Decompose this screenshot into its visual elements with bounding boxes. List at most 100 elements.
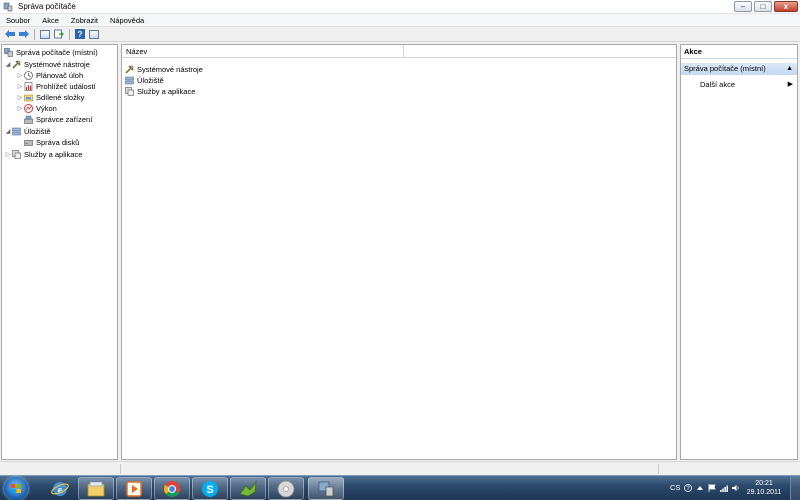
status-divider [120, 464, 121, 474]
show-hide-action-pane-button[interactable] [87, 28, 100, 40]
tree-item-label: Úložiště [24, 127, 51, 136]
menu-bar: Soubor Akce Zobrazit Nápověda [0, 14, 800, 27]
taskbar-internet-explorer[interactable]: e [42, 477, 78, 500]
collapse-caret-icon[interactable]: ▲ [786, 63, 793, 75]
tree-item-disk-management[interactable]: Správa disků [24, 137, 79, 148]
shared-folder-icon [24, 94, 33, 102]
taskbar-explorer[interactable] [78, 477, 114, 500]
tree-item-label: Správce zařízení [36, 115, 93, 124]
expanded-arrow-icon[interactable]: ◢ [4, 128, 12, 135]
export-icon [53, 29, 64, 39]
submenu-arrow-icon: ▶ [787, 81, 793, 88]
tree-item-label: Sdílené složky [36, 93, 85, 102]
menu-view[interactable]: Zobrazit [65, 16, 104, 25]
close-button[interactable]: x [774, 1, 798, 12]
taskbar: e S CS ? 20:21 29.10.2011 [0, 475, 800, 500]
show-hidden-icons-icon[interactable] [696, 484, 704, 492]
svg-text:S: S [206, 484, 213, 496]
actions-group-computer-management[interactable]: Správa počítače (místní) ▲ [681, 63, 797, 75]
maximize-icon: □ [760, 2, 766, 11]
tree-item-device-manager[interactable]: Správce zařízení [24, 114, 92, 125]
menu-action[interactable]: Akce [36, 16, 65, 25]
media-player-icon [126, 480, 142, 497]
help-button[interactable]: ? [73, 28, 86, 40]
show-hide-tree-button[interactable] [38, 28, 51, 40]
performance-icon [24, 104, 33, 113]
tree-item-root[interactable]: Správa počítače (místní) [4, 47, 98, 58]
tree-item-label: Plánovač úloh [36, 71, 84, 80]
collapsed-arrow-icon[interactable]: ▷ [16, 83, 24, 90]
network-signal-icon[interactable] [720, 484, 728, 492]
computer-management-icon [4, 48, 13, 57]
tree-item-label: Správa počítače (místní) [16, 48, 98, 57]
taskbar-media-player[interactable] [116, 477, 152, 500]
tree-item-storage[interactable]: ◢ Úložiště [4, 126, 51, 137]
actions-header: Akce [681, 45, 797, 59]
taskbar-computer-management[interactable] [308, 477, 344, 500]
tree-item-label: Systémové nástroje [24, 60, 90, 69]
volume-icon[interactable] [732, 484, 740, 492]
tree-item-shared-folders[interactable]: ▷ Sdílené složky [16, 92, 85, 103]
expanded-arrow-icon[interactable]: ◢ [4, 61, 12, 68]
tree-item-services-apps[interactable]: ▷ Služby a aplikace [4, 149, 83, 160]
minimize-button[interactable]: – [734, 1, 752, 12]
help-tray-icon[interactable]: ? [684, 484, 692, 492]
actions-pane: Akce Správa počítače (místní) ▲ Další ak… [680, 44, 798, 460]
tree-item-label: Služby a aplikace [24, 150, 83, 159]
help-icon: ? [74, 29, 85, 39]
event-log-icon [24, 82, 33, 91]
clock-date: 29.10.2011 [746, 489, 782, 496]
taskbar-skype[interactable]: S [192, 477, 228, 500]
tree-item-task-scheduler[interactable]: ▷ Plánovač úloh [16, 70, 83, 81]
action-center-flag-icon[interactable] [708, 484, 716, 492]
tree-item-label: Správa disků [36, 138, 80, 147]
skype-icon: S [202, 480, 218, 497]
window-title: Správa počítače [18, 2, 76, 11]
collapsed-arrow-icon[interactable]: ▷ [16, 72, 24, 79]
actions-group-label: Správa počítače (místní) [684, 64, 766, 73]
taskbar-app-green[interactable] [230, 477, 266, 500]
services-icon [125, 87, 134, 96]
tools-icon [12, 60, 21, 69]
action-label: Další akce [700, 80, 736, 89]
column-name-header[interactable]: Název [122, 45, 404, 57]
forward-button[interactable] [17, 28, 30, 40]
green-arrow-app-icon [239, 480, 257, 496]
show-desktop-button[interactable] [790, 476, 800, 500]
list-item-storage[interactable]: Úložiště [125, 75, 164, 86]
list-item-label: Systémové nástroje [137, 65, 203, 74]
storage-icon [12, 127, 21, 136]
collapsed-arrow-icon[interactable]: ▷ [4, 151, 12, 158]
close-icon: x [783, 2, 789, 11]
collapsed-arrow-icon[interactable]: ▷ [16, 94, 24, 101]
computer-management-icon [318, 481, 334, 496]
chrome-icon [164, 480, 180, 497]
toolbar: ? [0, 27, 800, 42]
console-tree: Správa počítače (místní) ◢ Systémové nás… [1, 44, 118, 460]
menu-help[interactable]: Nápověda [104, 16, 150, 25]
storage-icon [125, 76, 134, 85]
export-list-button[interactable] [52, 28, 65, 40]
collapsed-arrow-icon[interactable]: ▷ [16, 105, 24, 112]
clock[interactable]: 20:21 29.10.2011 [746, 479, 782, 497]
menu-file[interactable]: Soubor [0, 16, 36, 25]
disc-icon [277, 480, 295, 497]
action-more-actions[interactable]: Další akce ▶ [700, 79, 795, 91]
taskbar-disc-app[interactable] [268, 477, 304, 500]
folder-icon [87, 481, 105, 496]
taskbar-chrome[interactable] [154, 477, 190, 500]
back-button[interactable] [3, 28, 16, 40]
svg-text:?: ? [77, 30, 82, 39]
status-bar [0, 461, 800, 475]
tree-item-label: Výkon [36, 104, 57, 113]
device-manager-icon [24, 115, 33, 124]
language-indicator[interactable]: CS [670, 483, 680, 492]
tree-item-performance[interactable]: ▷ Výkon [16, 103, 57, 114]
list-item-system-tools[interactable]: Systémové nástroje [125, 64, 203, 75]
list-item-services-apps[interactable]: Služby a aplikace [125, 86, 195, 97]
maximize-button[interactable]: □ [754, 1, 772, 12]
start-button[interactable] [4, 477, 28, 500]
minimize-icon: – [740, 2, 746, 11]
tree-item-system-tools[interactable]: ◢ Systémové nástroje [4, 59, 90, 70]
tree-item-event-viewer[interactable]: ▷ Prohlížeč událostí [16, 81, 96, 92]
